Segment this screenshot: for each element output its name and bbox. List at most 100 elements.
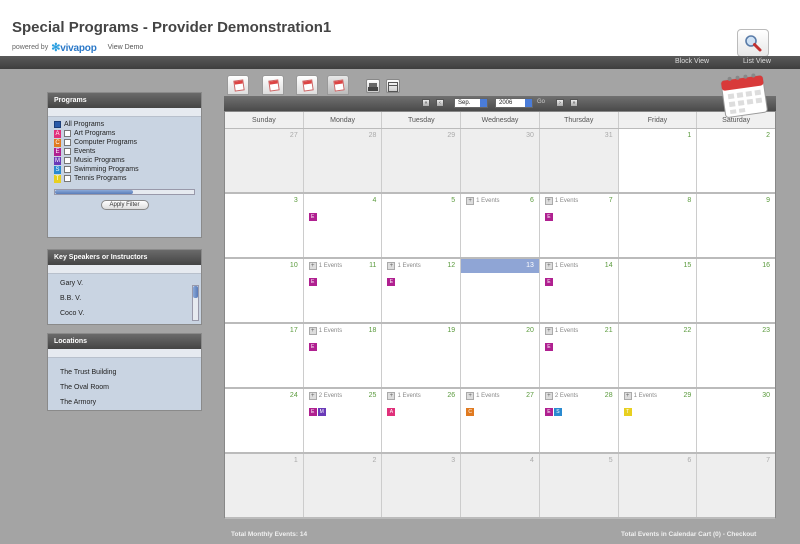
day-number[interactable]: 19: [447, 327, 455, 334]
calendar-day-cell[interactable]: 17: [225, 324, 304, 387]
day-number[interactable]: 12: [447, 262, 455, 269]
calendar-day-cell[interactable]: 16: [697, 259, 776, 322]
day-number[interactable]: 11: [369, 262, 376, 269]
view-tab-1[interactable]: [227, 75, 249, 95]
calendar-day-cell[interactable]: 15: [618, 259, 698, 322]
scrollbar-thumb[interactable]: [193, 286, 198, 298]
day-number[interactable]: 1: [294, 457, 298, 464]
day-number[interactable]: 28: [369, 132, 377, 139]
programs-horizontal-scrollbar[interactable]: [54, 189, 195, 195]
calendar-day-cell[interactable]: 21 +1 Events E: [539, 324, 619, 387]
calendar-day-cell[interactable]: 27: [225, 129, 304, 192]
day-number[interactable]: 14: [605, 262, 613, 269]
event-badge[interactable]: A: [387, 408, 396, 416]
program-checkbox[interactable]: [64, 148, 71, 155]
program-checkbox[interactable]: [64, 175, 71, 182]
day-number[interactable]: 30: [526, 132, 534, 139]
day-number[interactable]: 4: [373, 197, 377, 204]
expand-icon[interactable]: +: [387, 392, 396, 400]
day-number[interactable]: 8: [687, 197, 691, 204]
day-number[interactable]: 6: [530, 197, 534, 204]
event-badge[interactable]: E: [544, 213, 553, 221]
vivapop-logo[interactable]: ✻vivapop: [51, 41, 97, 54]
day-number[interactable]: 17: [290, 327, 298, 334]
day-number[interactable]: 2: [766, 132, 770, 139]
day-number[interactable]: 2: [373, 457, 377, 464]
events-count[interactable]: +1 Events: [466, 197, 500, 205]
calendar-day-cell[interactable]: 8: [618, 194, 698, 257]
calendar-day-cell[interactable]: 5: [539, 454, 619, 517]
scrollbar-thumb[interactable]: [55, 190, 133, 194]
calendar-day-cell[interactable]: 7: [697, 454, 776, 517]
program-row[interactable]: C Computer Programs: [54, 138, 195, 147]
events-count[interactable]: +1 Events: [387, 262, 421, 270]
calendar-day-cell[interactable]: 20: [461, 324, 540, 387]
view-tab-3[interactable]: [296, 75, 318, 95]
events-count[interactable]: +1 Events: [308, 327, 342, 335]
list-view-link[interactable]: List View: [743, 58, 771, 65]
calendar-cart-checkout-link[interactable]: Total Events in Calendar Cart (0) - Chec…: [621, 531, 756, 538]
day-number[interactable]: 25: [369, 392, 377, 399]
calendar-day-cell[interactable]: 28: [303, 129, 383, 192]
expand-icon[interactable]: +: [544, 392, 553, 400]
day-number[interactable]: 7: [766, 457, 770, 464]
expand-icon[interactable]: +: [308, 392, 317, 400]
event-badge[interactable]: E: [544, 408, 553, 416]
event-badge[interactable]: E: [308, 408, 317, 416]
program-row[interactable]: T Tennis Programs: [54, 174, 195, 183]
calendar-day-cell[interactable]: 7 +1 Events E: [539, 194, 619, 257]
view-demo-link[interactable]: View Demo: [108, 44, 144, 51]
location-item[interactable]: The Trust Building: [48, 366, 201, 381]
event-badge[interactable]: E: [308, 278, 317, 286]
day-number[interactable]: 13: [526, 262, 534, 269]
next-year-button[interactable]: »: [570, 99, 578, 107]
location-item[interactable]: The Oval Room: [48, 381, 201, 396]
calendar-day-cell[interactable]: 25 +2 Events E M: [303, 389, 383, 452]
day-number[interactable]: 10: [290, 262, 298, 269]
calendar-day-cell[interactable]: 14 +1 Events E: [539, 259, 619, 322]
day-number[interactable]: 22: [684, 327, 692, 334]
expand-icon[interactable]: +: [387, 262, 396, 270]
day-number[interactable]: 5: [609, 457, 613, 464]
events-count[interactable]: +1 Events: [623, 392, 657, 400]
day-number[interactable]: 21: [605, 327, 613, 334]
program-row[interactable]: S Swimming Programs: [54, 165, 195, 174]
calendar-day-cell[interactable]: 23: [697, 324, 776, 387]
calendar-day-cell[interactable]: 22: [618, 324, 698, 387]
calendar-day-cell[interactable]: 3: [225, 194, 304, 257]
expand-icon[interactable]: +: [623, 392, 632, 400]
calendar-day-cell[interactable]: 30: [461, 129, 540, 192]
events-count[interactable]: +1 Events: [544, 197, 578, 205]
month-select[interactable]: Sep.: [454, 98, 488, 108]
day-number[interactable]: 20: [526, 327, 534, 334]
program-checkbox[interactable]: [64, 130, 71, 137]
block-view-link[interactable]: Block View: [675, 58, 709, 65]
day-number[interactable]: 26: [447, 392, 455, 399]
day-number[interactable]: 27: [290, 132, 298, 139]
calendar-day-cell[interactable]: 4: [461, 454, 540, 517]
event-badge[interactable]: E: [308, 213, 317, 221]
day-number[interactable]: 18: [369, 327, 377, 334]
calendar-day-cell[interactable]: 30: [697, 389, 776, 452]
calendar-day-cell[interactable]: 1: [618, 129, 698, 192]
events-count[interactable]: +2 Events: [308, 392, 342, 400]
calendar-day-cell[interactable]: 6 +1 Events: [461, 194, 540, 257]
calendar-day-cell[interactable]: 26 +1 Events A: [382, 389, 462, 452]
day-number[interactable]: 23: [762, 327, 770, 334]
checkbox-all-programs[interactable]: [54, 121, 61, 128]
calendar-day-cell[interactable]: 9: [697, 194, 776, 257]
events-count[interactable]: +1 Events: [466, 392, 500, 400]
view-tab-2[interactable]: [262, 75, 284, 95]
day-number[interactable]: 1: [687, 132, 691, 139]
calendar-day-cell[interactable]: 29 +1 Events T: [618, 389, 698, 452]
prev-month-button[interactable]: ‹: [436, 99, 444, 107]
event-badge[interactable]: E: [544, 343, 553, 351]
calendar-day-cell[interactable]: 3: [382, 454, 462, 517]
go-button[interactable]: Go: [537, 99, 545, 105]
events-count[interactable]: +1 Events: [387, 392, 421, 400]
speakers-vertical-scrollbar[interactable]: [192, 285, 199, 321]
program-checkbox[interactable]: [64, 166, 71, 173]
day-number[interactable]: 31: [605, 132, 613, 139]
calendar-day-cell[interactable]: 4E: [303, 194, 383, 257]
day-number[interactable]: 3: [451, 457, 455, 464]
